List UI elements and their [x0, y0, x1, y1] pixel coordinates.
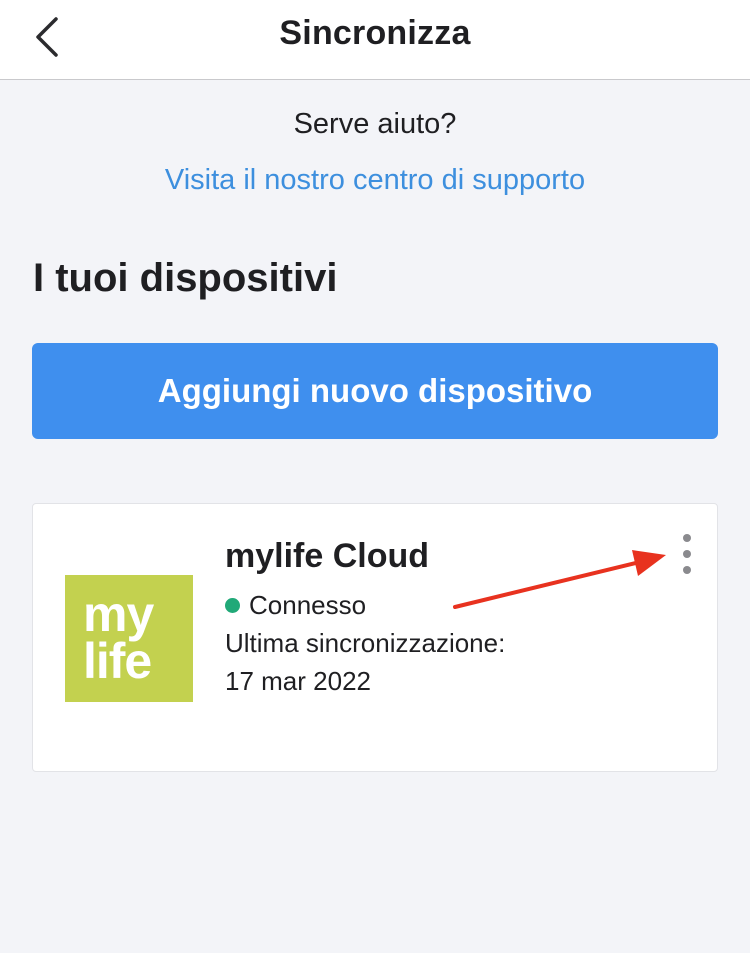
devices-section-title: I tuoi dispositivi [33, 256, 338, 300]
device-more-options-button[interactable] [673, 534, 701, 574]
support-center-link[interactable]: Visita il nostro centro di supporto [0, 164, 750, 197]
help-question: Serve aiuto? [293, 108, 457, 140]
last-sync-label: Ultima sincronizzazione: [225, 628, 506, 658]
more-vertical-icon [683, 534, 691, 542]
status-text: Connesso [249, 590, 367, 620]
annotation-arrow [453, 550, 666, 609]
page-title: Sincronizza [279, 14, 471, 52]
device-status: Connesso [225, 590, 366, 621]
last-sync-date: 17 mar 2022 [225, 666, 371, 696]
add-new-device-button[interactable]: Aggiungi nuovo dispositivo [32, 343, 718, 439]
top-bar: Sincronizza [0, 0, 750, 80]
device-name: mylife Cloud [225, 537, 430, 575]
device-card[interactable]: my life mylife Cloud Connesso Ultima sin… [32, 503, 718, 772]
mylife-logo: my life [65, 575, 193, 702]
status-dot-icon [225, 598, 240, 613]
